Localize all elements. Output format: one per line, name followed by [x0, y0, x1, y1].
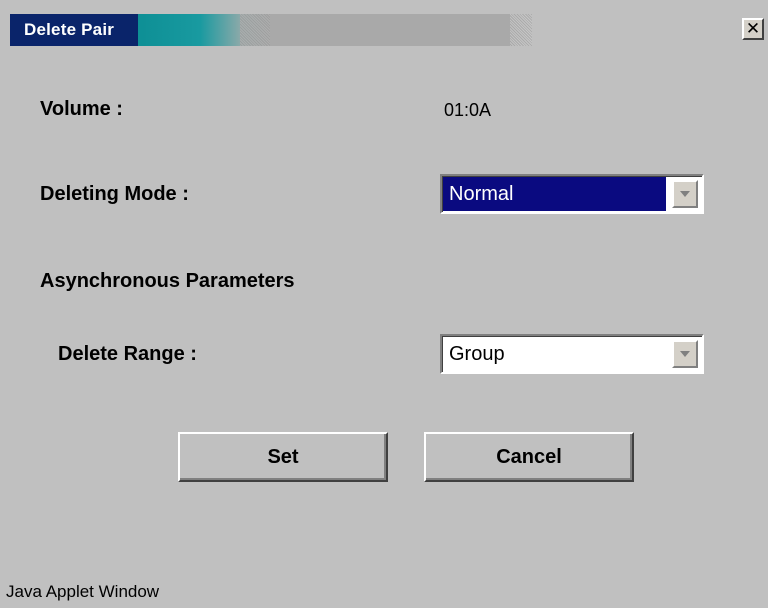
- delete-range-selected-value[interactable]: Group: [443, 337, 666, 371]
- title-bar-pattern-2: [510, 14, 532, 46]
- async-parameters-heading: Asynchronous Parameters: [40, 270, 295, 292]
- chevron-down-icon: [680, 351, 690, 357]
- deleting-mode-selected-value[interactable]: Normal: [443, 177, 666, 211]
- delete-range-select[interactable]: Group: [440, 334, 704, 374]
- deleting-mode-dropdown-button[interactable]: [672, 180, 698, 208]
- chevron-down-icon: [680, 191, 690, 197]
- dialog-title: Delete Pair: [24, 20, 115, 39]
- deleting-mode-select[interactable]: Normal: [440, 174, 704, 214]
- set-button-label: Set: [267, 445, 299, 468]
- volume-label: Volume :: [40, 98, 123, 120]
- applet-status-text: Java Applet Window: [6, 582, 160, 601]
- delete-range-dropdown-button[interactable]: [672, 340, 698, 368]
- title-bar[interactable]: Delete Pair: [10, 14, 766, 46]
- set-button[interactable]: Set: [178, 432, 388, 482]
- close-button[interactable]: ✕: [742, 18, 764, 40]
- deleting-mode-label: Deleting Mode :: [40, 183, 189, 205]
- delete-range-label: Delete Range :: [58, 343, 197, 365]
- volume-value: 01:0A: [444, 100, 492, 120]
- cancel-button[interactable]: Cancel: [424, 432, 634, 482]
- title-bar-pattern: [240, 14, 270, 46]
- cancel-button-label: Cancel: [496, 445, 562, 468]
- delete-pair-dialog: Delete Pair ✕ Volume : 01:0A Deleting Mo…: [0, 0, 768, 608]
- close-icon: ✕: [745, 18, 761, 39]
